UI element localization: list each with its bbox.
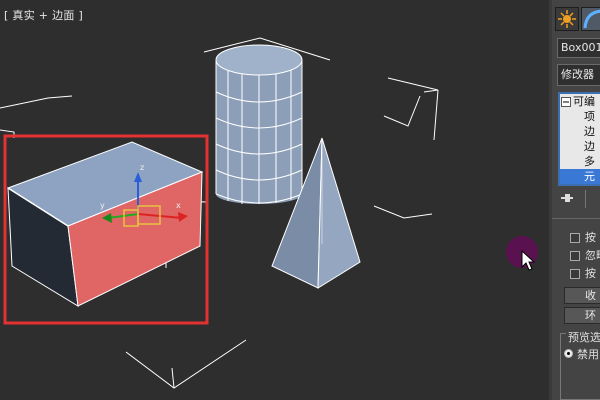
modify-tab[interactable] (581, 7, 600, 31)
stack-item-edge[interactable]: 边 (584, 124, 595, 139)
pin-stack-icon[interactable] (557, 190, 577, 206)
scene-canvas[interactable]: z y x (0, 0, 549, 400)
stack-item-element[interactable]: 元 (560, 169, 600, 184)
stack-item-vertex[interactable]: 项 (584, 109, 595, 124)
option-label-1: 按 (585, 231, 596, 244)
preview-selection-label: 预览选 (566, 329, 600, 345)
modify-arc-icon (583, 9, 600, 29)
gizmo-z-label: z (140, 163, 144, 172)
cylinder-object[interactable] (215, 44, 303, 204)
gizmo-y-label: y (100, 201, 105, 210)
collapse-minus-icon[interactable] (561, 97, 571, 107)
viewport-perspective[interactable]: z y x [ 真实 + 边面 ] (0, 0, 549, 400)
shrink-button[interactable]: 收 (564, 287, 600, 304)
box-object[interactable] (6, 141, 204, 307)
gizmo-x-label: x (176, 201, 181, 210)
preview-disable-label: 禁用 (577, 348, 599, 361)
create-tab[interactable] (555, 7, 579, 31)
mouse-pointer-icon (521, 250, 535, 271)
option-checkbox-3[interactable] (570, 269, 580, 279)
option-checkbox-1[interactable] (570, 233, 580, 243)
stack-item-polygon[interactable]: 多 (584, 154, 595, 169)
create-sun-icon (558, 10, 576, 28)
stack-item-border[interactable]: 边 (584, 139, 595, 154)
option-label-2: 忽略 (585, 249, 600, 262)
option-checkbox-2[interactable] (570, 251, 580, 261)
viewport-label[interactable]: [ 真实 + 边面 ] (4, 7, 83, 23)
object-name-field[interactable]: Box001 (557, 38, 600, 58)
modifier-stack-list[interactable]: 可编 项 边 边 多 元 (558, 92, 600, 186)
modifier-list-dropdown[interactable]: 修改器 (557, 64, 600, 86)
stack-toolbar (557, 190, 600, 210)
stack-item-editable-poly[interactable]: 可编 (573, 94, 595, 109)
preview-disable-radio[interactable] (564, 349, 573, 358)
ring-button[interactable]: 环 (564, 307, 600, 324)
option-label-3: 按 (585, 267, 596, 280)
command-panel: Box001 修改器 可编 项 边 边 多 元 按 忽略 按 收 环 预览选 禁… (552, 0, 600, 400)
